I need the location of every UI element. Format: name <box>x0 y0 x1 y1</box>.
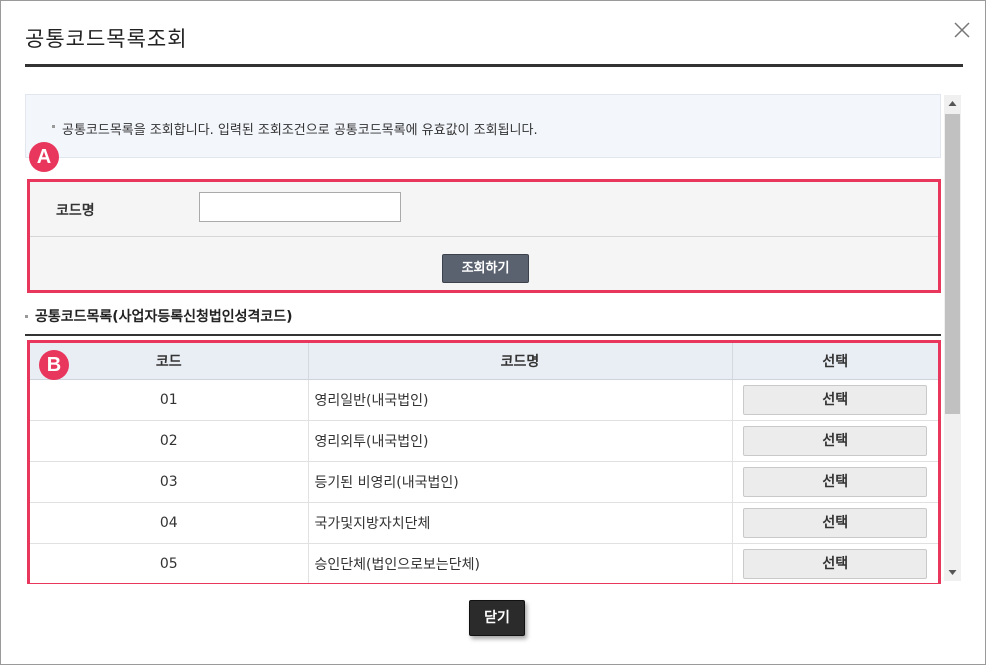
code-name-input[interactable] <box>199 192 401 222</box>
header-code: 코드 <box>30 343 309 380</box>
search-panel: 코드명 조회하기 <box>27 179 941 293</box>
scroll-up-arrow-icon[interactable] <box>944 95 961 112</box>
select-button[interactable]: 선택 <box>743 467 928 497</box>
vertical-scrollbar[interactable] <box>944 95 961 581</box>
table-row: 04 국가및지방자치단체 선택 <box>30 502 938 544</box>
code-table-container: 코드 코드명 선택 01 영리일반(내국법인) 선택 02 영리외투(내국법인)… <box>27 340 941 584</box>
cell-code-name: 승인단체(법인으로보는단체) <box>308 543 733 583</box>
cell-code: 01 <box>30 379 309 421</box>
select-button[interactable]: 선택 <box>743 426 928 456</box>
table-row: 03 등기된 비영리(내국법인) 선택 <box>30 461 938 503</box>
info-box: 공통코드목록을 조회합니다. 입력된 조회조건으로 공통코드목록에 유효값이 조… <box>25 94 941 158</box>
annotation-badge-a: A <box>29 142 59 172</box>
header-code-name: 코드명 <box>308 343 733 380</box>
code-table: 코드 코드명 선택 01 영리일반(내국법인) 선택 02 영리외투(내국법인)… <box>30 343 938 583</box>
title-divider <box>25 64 963 67</box>
annotation-badge-b: B <box>39 350 69 380</box>
dialog-title: 공통코드목록조회 <box>25 27 188 51</box>
search-button[interactable]: 조회하기 <box>442 254 529 283</box>
cell-code: 03 <box>30 461 309 503</box>
scrollbar-thumb[interactable] <box>945 114 960 414</box>
dialog: 공통코드목록조회 공통코드목록을 조회합니다. 입력된 조회조건으로 공통코드목… <box>0 0 986 665</box>
cell-code-name: 등기된 비영리(내국법인) <box>308 461 733 503</box>
scroll-down-arrow-icon[interactable] <box>944 564 961 581</box>
select-button[interactable]: 선택 <box>743 508 928 538</box>
select-button[interactable]: 선택 <box>743 385 928 415</box>
dialog-body: 공통코드목록을 조회합니다. 입력된 조회조건으로 공통코드목록에 유효값이 조… <box>25 94 963 584</box>
cell-code-name: 영리외투(내국법인) <box>308 420 733 462</box>
code-name-label: 코드명 <box>56 203 95 219</box>
search-row: 코드명 <box>30 182 938 237</box>
cell-code-name: 국가및지방자치단체 <box>308 502 733 544</box>
section-divider <box>25 334 941 336</box>
section-title: 공통코드목록(사업자등록신청법인성격코드) <box>35 309 293 325</box>
cell-code: 04 <box>30 502 309 544</box>
select-button[interactable]: 선택 <box>743 549 928 579</box>
header-select: 선택 <box>732 343 938 380</box>
table-header-row: 코드 코드명 선택 <box>30 343 938 380</box>
bullet-icon <box>52 125 55 128</box>
info-text: 공통코드목록을 조회합니다. 입력된 조회조건으로 공통코드목록에 유효값이 조… <box>62 123 538 138</box>
table-row: 02 영리외투(내국법인) 선택 <box>30 420 938 462</box>
cell-code: 02 <box>30 420 309 462</box>
cell-code: 05 <box>30 543 309 583</box>
table-row: 01 영리일반(내국법인) 선택 <box>30 379 938 421</box>
cell-code-name: 영리일반(내국법인) <box>308 379 733 421</box>
close-icon[interactable] <box>951 19 973 41</box>
table-row: 05 승인단체(법인으로보는단체) 선택 <box>30 543 938 583</box>
close-button[interactable]: 닫기 <box>469 600 525 636</box>
bullet-icon <box>25 315 28 318</box>
